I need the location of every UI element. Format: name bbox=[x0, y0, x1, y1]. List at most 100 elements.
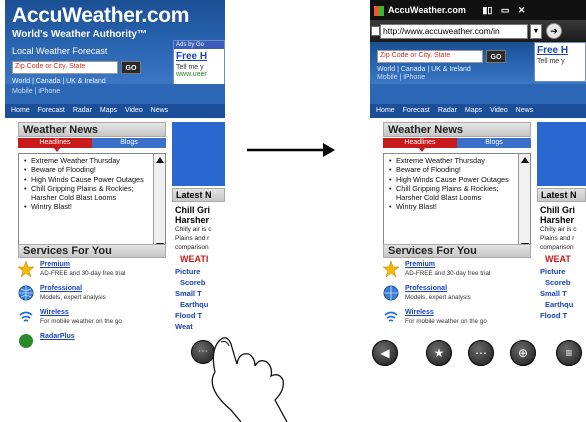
story-headline[interactable]: Chill Gri bbox=[172, 202, 225, 215]
ad-box[interactable]: Ads by Go Free H Tell me y www.ueer bbox=[173, 40, 225, 86]
service-radarplus[interactable]: RadarPlus bbox=[18, 332, 166, 354]
service-name[interactable]: Wireless bbox=[405, 309, 434, 316]
menu-icon: ⋯ bbox=[475, 346, 487, 360]
service-wireless[interactable]: Wireless For mobile weather on the go bbox=[18, 308, 166, 330]
tab-headlines[interactable]: Headlines bbox=[18, 138, 92, 148]
headline-item[interactable]: Beware of Flooding! bbox=[24, 165, 149, 175]
headline-item[interactable]: Extreme Weather Thursday bbox=[24, 156, 149, 166]
tab-blogs[interactable]: Blogs bbox=[92, 138, 166, 148]
news-link[interactable]: Flood T bbox=[172, 310, 225, 321]
close-icon[interactable]: ✕ bbox=[518, 5, 526, 15]
world-links[interactable]: World | Canada | UK & Ireland bbox=[377, 66, 471, 73]
arrow-right-icon: ➔ bbox=[550, 26, 558, 36]
mobile-links[interactable]: Mobile | iPhone bbox=[377, 74, 425, 81]
service-professional[interactable]: Professional Models, expert analysis bbox=[18, 284, 166, 306]
weather-section-label: WEAT bbox=[545, 254, 571, 264]
nav-home[interactable]: Home bbox=[11, 107, 30, 114]
headlines-list[interactable]: Extreme Weather Thursday Beware of Flood… bbox=[18, 153, 166, 253]
nav-video[interactable]: Video bbox=[490, 107, 508, 114]
zip-input[interactable]: Zip Code or City, State bbox=[377, 50, 483, 63]
weather-news-panel: Weather News Headlines Blogs Extreme Wea… bbox=[383, 122, 531, 253]
news-link[interactable]: Small T bbox=[172, 288, 225, 299]
go-button[interactable]: GO bbox=[486, 50, 506, 63]
service-wireless[interactable]: Wireless For mobile weather on the go bbox=[383, 308, 531, 330]
scroll-up-icon[interactable] bbox=[156, 157, 164, 163]
headline-item[interactable]: High Winds Cause Power Outages bbox=[389, 175, 514, 185]
news-link[interactable]: Picture bbox=[537, 266, 586, 277]
nav-home[interactable]: Home bbox=[376, 107, 395, 114]
headlines-scrollbar[interactable] bbox=[153, 154, 165, 252]
nav-video[interactable]: Video bbox=[125, 107, 143, 114]
ad-box[interactable]: Free H Tell me y bbox=[534, 42, 586, 82]
headline-item[interactable]: Chill Gripping Plains & Rockies; Harsher… bbox=[24, 184, 149, 203]
service-premium[interactable]: Premium AD-FREE and 30-day free trial bbox=[383, 260, 531, 282]
right-screen: Zip Code or City, State GO World | Canad… bbox=[370, 0, 586, 372]
nav-radar[interactable]: Radar bbox=[73, 107, 92, 114]
service-name[interactable]: Professional bbox=[40, 285, 82, 292]
headline-item[interactable]: Extreme Weather Thursday bbox=[389, 156, 514, 166]
nav-radar[interactable]: Radar bbox=[438, 107, 457, 114]
headline-item[interactable]: Wintry Blast! bbox=[389, 202, 514, 212]
tab-headlines[interactable]: Headlines bbox=[383, 138, 457, 148]
news-link[interactable]: Scoreb bbox=[172, 277, 225, 288]
news-link[interactable]: Flood T bbox=[537, 310, 586, 321]
news-link[interactable]: Scoreb bbox=[537, 277, 586, 288]
zoom-button[interactable]: ⊕ bbox=[510, 340, 536, 366]
page-icon[interactable] bbox=[371, 26, 380, 36]
story-headline-2[interactable]: Harsher bbox=[172, 215, 225, 225]
news-link[interactable]: Picture bbox=[172, 266, 225, 277]
headline-item[interactable]: High Winds Cause Power Outages bbox=[24, 175, 149, 185]
url-dropdown[interactable]: ▼ bbox=[530, 24, 542, 39]
headline-item[interactable]: Chill Gripping Plains & Rockies; Harsher… bbox=[389, 184, 514, 203]
service-desc: AD-FREE and 30-day free trial bbox=[40, 270, 126, 277]
service-name[interactable]: RadarPlus bbox=[40, 333, 75, 340]
mobile-links[interactable]: Mobile | iPhone bbox=[12, 88, 60, 95]
url-input[interactable]: http://www.accuweather.com/in bbox=[380, 24, 528, 39]
nav-news[interactable]: News bbox=[516, 107, 534, 114]
back-button[interactable]: ◀ bbox=[372, 340, 398, 366]
service-professional[interactable]: Professional Models, expert analysis bbox=[383, 284, 531, 306]
ad-headline[interactable]: Free H bbox=[535, 43, 585, 58]
news-link[interactable]: Small T bbox=[537, 288, 586, 299]
headlines-scrollbar[interactable] bbox=[518, 154, 530, 252]
window-title: AccuWeather.com bbox=[388, 5, 466, 15]
site-logo[interactable]: AccuWeather.com bbox=[12, 4, 189, 28]
story-headline[interactable]: Chill Gri bbox=[537, 202, 586, 215]
nav-maps[interactable]: Maps bbox=[465, 107, 482, 114]
news-link[interactable]: Earthqu bbox=[537, 299, 586, 310]
ad-link[interactable]: www.ueer bbox=[174, 71, 224, 78]
go-button[interactable]: GO bbox=[121, 61, 141, 74]
nav-maps[interactable]: Maps bbox=[100, 107, 117, 114]
nav-forecast[interactable]: Forecast bbox=[38, 107, 65, 114]
ad-headline[interactable]: Free H bbox=[174, 49, 224, 64]
signal-icon: ▮▯ bbox=[482, 5, 493, 15]
headline-item[interactable]: Beware of Flooding! bbox=[389, 165, 514, 175]
ad-text: Tell me y bbox=[176, 64, 204, 71]
chevron-down-icon: ▼ bbox=[532, 28, 540, 35]
menu-button[interactable]: ⋯ bbox=[468, 340, 494, 366]
windows-flag-icon[interactable] bbox=[374, 5, 384, 16]
service-name[interactable]: Premium bbox=[405, 261, 435, 268]
service-name[interactable]: Premium bbox=[40, 261, 70, 268]
more-button[interactable]: ≡ bbox=[556, 340, 582, 366]
globe-icon bbox=[383, 285, 399, 301]
favorites-button[interactable]: ★ bbox=[426, 340, 452, 366]
zip-input[interactable]: Zip Code or City, State bbox=[12, 61, 118, 74]
world-links[interactable]: World | Canada | UK & Ireland bbox=[12, 78, 106, 85]
service-premium[interactable]: Premium AD-FREE and 30-day free trial bbox=[18, 260, 166, 282]
story-body: Chilly air is c bbox=[540, 226, 577, 233]
service-name[interactable]: Wireless bbox=[40, 309, 69, 316]
headline-item[interactable]: Wintry Blast! bbox=[24, 202, 149, 212]
promo-area bbox=[172, 122, 225, 186]
site-tagline: World's Weather Authority™ bbox=[12, 29, 147, 40]
service-name[interactable]: Professional bbox=[405, 285, 447, 292]
tab-blogs[interactable]: Blogs bbox=[457, 138, 531, 148]
scroll-up-icon[interactable] bbox=[521, 157, 529, 163]
nav-forecast[interactable]: Forecast bbox=[403, 107, 430, 114]
nav-bar: Home Forecast Radar Maps Video News bbox=[5, 104, 225, 118]
navigate-go-button[interactable]: ➔ bbox=[546, 23, 562, 39]
headlines-list[interactable]: Extreme Weather Thursday Beware of Flood… bbox=[383, 153, 531, 253]
news-link[interactable]: Earthqu bbox=[172, 299, 225, 310]
nav-news[interactable]: News bbox=[151, 107, 169, 114]
story-headline-2[interactable]: Harsher bbox=[537, 215, 586, 225]
